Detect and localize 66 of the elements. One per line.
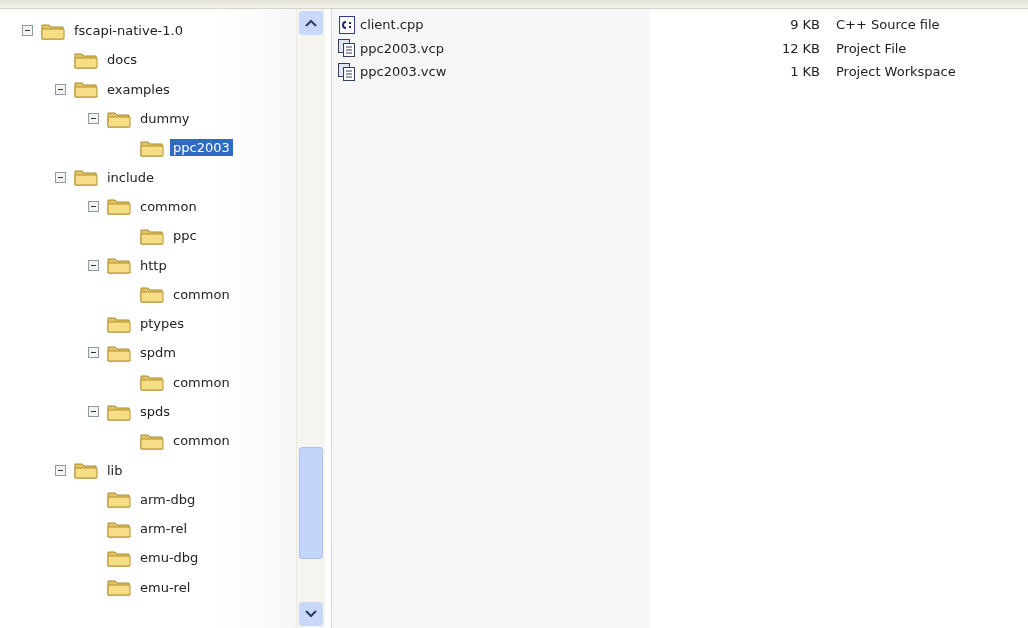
folder-label[interactable]: common xyxy=(170,373,233,391)
folder-icon xyxy=(74,50,98,69)
folder-label[interactable]: emu-rel xyxy=(137,578,194,596)
scroll-down-button[interactable] xyxy=(299,602,323,626)
folder-icon xyxy=(107,578,131,597)
folder-label[interactable]: docs xyxy=(104,51,141,69)
collapse-icon[interactable] xyxy=(88,113,99,125)
file-name[interactable]: ppc2003.vcw xyxy=(360,64,700,80)
folder-icon xyxy=(74,80,98,99)
folder-label[interactable]: fscapi-native-1.0 xyxy=(71,22,186,40)
project-file-icon xyxy=(338,62,356,81)
file-type: Project Workspace xyxy=(836,64,956,80)
folder-label[interactable]: lib xyxy=(104,461,126,479)
scroll-thumb[interactable] xyxy=(299,447,323,559)
collapse-icon[interactable] xyxy=(55,464,66,476)
folder-icon xyxy=(107,343,131,362)
collapse-icon[interactable] xyxy=(22,25,33,37)
folder-label[interactable]: include xyxy=(104,168,158,186)
caret-up-icon xyxy=(305,19,317,27)
folder-icon xyxy=(74,168,98,187)
file-name[interactable]: ppc2003.vcp xyxy=(360,40,700,56)
folder-label[interactable]: common xyxy=(170,285,233,303)
folder-icon xyxy=(107,256,131,274)
folder-icon xyxy=(140,431,164,450)
caret-down-icon xyxy=(305,610,317,618)
collapse-icon[interactable] xyxy=(55,171,66,183)
project-file-icon xyxy=(338,39,356,58)
folder-label[interactable]: arm-dbg xyxy=(137,490,199,508)
folder-label[interactable]: common xyxy=(137,197,200,215)
folder-icon xyxy=(107,402,131,421)
collapse-icon[interactable] xyxy=(88,347,99,359)
collapse-icon[interactable] xyxy=(88,406,99,417)
file-size: 9 KB xyxy=(789,17,820,33)
folder-label[interactable]: spds xyxy=(137,403,174,420)
folder-label[interactable]: examples xyxy=(104,80,173,98)
folder-label[interactable]: ppc2003 xyxy=(170,139,233,157)
folder-label[interactable]: dummy xyxy=(137,110,193,128)
folder-icon xyxy=(107,197,131,216)
folder-label[interactable]: http xyxy=(137,256,170,274)
folder-icon xyxy=(107,109,131,128)
folder-icon xyxy=(140,138,164,157)
file-type: C++ Source file xyxy=(836,17,940,33)
collapse-icon[interactable] xyxy=(55,83,66,95)
file-type: Project File xyxy=(836,40,907,56)
folder-label[interactable]: spdm xyxy=(137,344,179,362)
folder-label[interactable]: emu-dbg xyxy=(137,549,202,567)
collapse-icon[interactable] xyxy=(88,200,99,212)
scroll-up-button[interactable] xyxy=(299,11,323,35)
folder-icon xyxy=(140,285,164,304)
folder-label[interactable]: ppc xyxy=(170,227,200,245)
folder-label[interactable]: ptypes xyxy=(137,315,188,333)
folder-icon xyxy=(140,226,164,245)
folder-label[interactable]: common xyxy=(170,432,233,450)
folder-icon xyxy=(107,490,131,509)
file-name[interactable]: client.cpp xyxy=(360,17,700,33)
folder-label[interactable]: arm-rel xyxy=(137,520,191,538)
folder-icon xyxy=(41,21,65,40)
folder-icon xyxy=(107,314,131,333)
file-size: 12 KB xyxy=(780,40,820,56)
folder-icon xyxy=(74,461,98,480)
cpp-file-icon xyxy=(338,15,356,34)
collapse-icon[interactable] xyxy=(88,259,99,271)
folder-icon xyxy=(140,373,164,392)
folder-icon xyxy=(107,549,131,567)
folder-icon xyxy=(107,519,131,538)
file-size: 1 KB xyxy=(789,64,820,80)
